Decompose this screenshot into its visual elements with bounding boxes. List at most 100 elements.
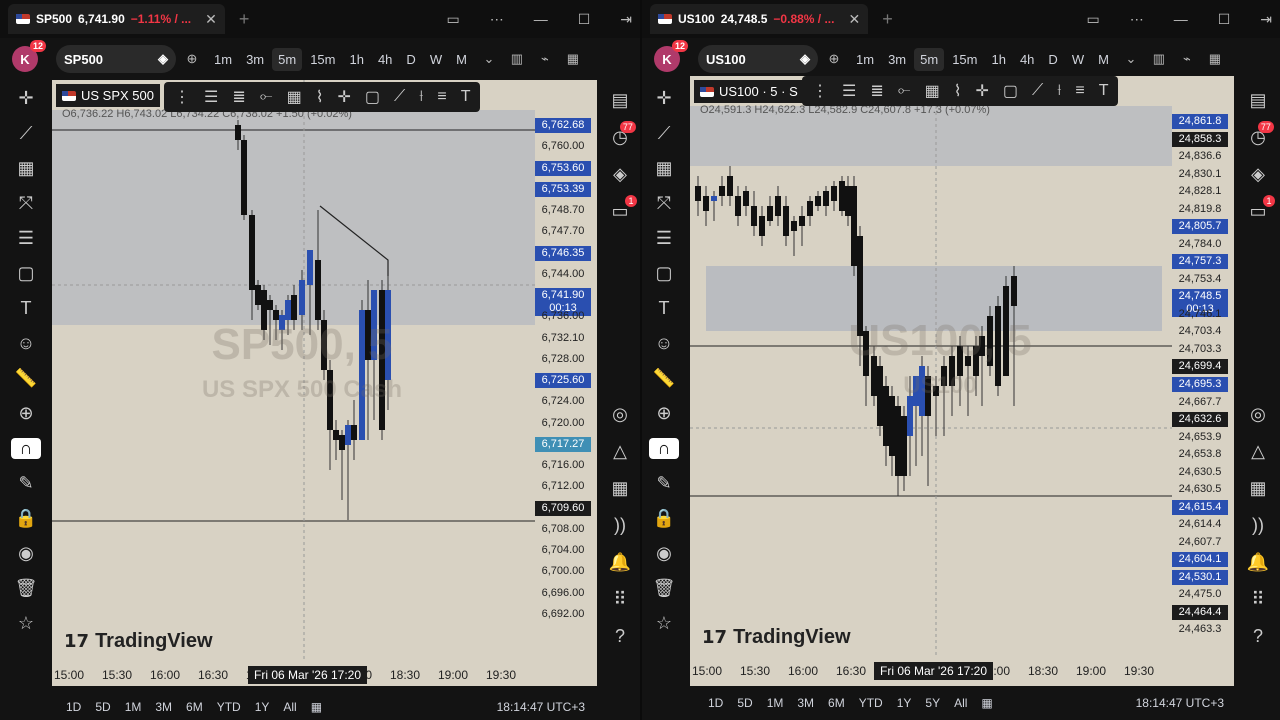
grid-tool-icon[interactable]: ▦ (655, 158, 672, 179)
timeframe-5m[interactable]: 5m (914, 47, 945, 71)
range-1D[interactable]: 1D (708, 696, 723, 710)
range-6M[interactable]: 6M (828, 696, 845, 710)
magnet-icon[interactable]: ∩ (11, 438, 41, 459)
magnet-icon[interactable]: ∩ (649, 438, 679, 459)
target-icon[interactable]: ◎ (1250, 404, 1266, 425)
new-tab-icon[interactable]: + (882, 9, 893, 30)
timeframe-M[interactable]: M (1092, 48, 1115, 71)
crosshair-icon[interactable]: ✛ (18, 88, 33, 109)
timeframe-5m[interactable]: 5m (272, 47, 303, 71)
time-axis[interactable]: 15:0015:3016:0016:3017:0017:3018:0018:30… (52, 664, 597, 686)
channel-icon[interactable]: ≣ (232, 87, 245, 107)
timeframe-4h[interactable]: 4h (1014, 48, 1040, 71)
channel-icon[interactable]: ≣ (870, 81, 883, 101)
stream-icon[interactable]: )) (614, 515, 626, 536)
fib-icon[interactable]: ☰ (18, 228, 34, 249)
rect-icon[interactable]: ▢ (1003, 81, 1018, 101)
watchlist-icon[interactable]: ◈ (800, 51, 810, 67)
lines-icon[interactable]: ☰ (842, 81, 856, 101)
trendline-icon[interactable]: ⟋ (658, 123, 671, 144)
pattern-icon[interactable]: ⤧ (19, 193, 33, 214)
timeframe-1h[interactable]: 1h (985, 48, 1011, 71)
clock[interactable]: 18:14:47 UTC+3 (497, 700, 585, 714)
grid-icon[interactable]: ▦ (925, 81, 940, 101)
layout-grid-icon[interactable]: ▦ (561, 51, 585, 67)
trash-icon[interactable]: 🗑 (15, 578, 38, 599)
maximize-icon[interactable]: ☐ (1218, 11, 1231, 28)
minimize-icon[interactable]: — (534, 11, 548, 27)
pattern-icon[interactable]: ⤧ (657, 193, 671, 214)
bell-icon[interactable]: 🔔 (1247, 552, 1269, 573)
range-5Y[interactable]: 5Y (925, 696, 940, 710)
timeframe-D[interactable]: D (1042, 48, 1063, 71)
vline-icon[interactable]: ⟊ (419, 88, 423, 106)
timeframe-W[interactable]: W (1066, 48, 1090, 71)
calendar-range-icon[interactable]: ▦ (311, 700, 322, 714)
text-t-icon[interactable]: T (461, 88, 471, 106)
calendar-icon[interactable]: ▦ (611, 478, 628, 499)
cross-icon[interactable]: ✛ (976, 81, 989, 101)
ray-icon[interactable]: ⟋ (394, 88, 405, 106)
ideas-icon[interactable]: △ (1251, 441, 1265, 462)
lock-icon[interactable]: 🔒 (653, 508, 675, 529)
shape-icon[interactable]: ▢ (655, 263, 672, 284)
grid-tool-icon[interactable]: ▦ (17, 158, 34, 179)
candles-icon[interactable]: ▥ (505, 51, 529, 67)
eye-icon[interactable]: ◉ (656, 543, 672, 564)
price-axis[interactable]: 6,762.68 6,760.00 6,753.60 6,753.39 6,748.70… (535, 80, 591, 640)
timeframe-M[interactable]: M (450, 48, 473, 71)
text-t-icon[interactable]: T (1099, 82, 1109, 100)
drag-handle-icon[interactable]: ⋮ (812, 81, 828, 101)
maximize-icon[interactable]: ☐ (578, 11, 591, 28)
calendar-range-icon[interactable]: ▦ (981, 696, 992, 710)
timeframe-1m[interactable]: 1m (208, 48, 238, 71)
tab-sp500[interactable]: SP500 6,741.90 −1.11% / ... ✕ (8, 4, 225, 34)
timeframe-4h[interactable]: 4h (372, 48, 398, 71)
emoji-icon[interactable]: ☺ (17, 333, 35, 354)
lines-icon[interactable]: ☰ (204, 87, 218, 107)
bell-icon[interactable]: 🔔 (609, 552, 631, 573)
help-icon[interactable]: ? (1253, 626, 1263, 647)
close-tab-icon[interactable]: ✕ (848, 11, 860, 28)
range-1Y[interactable]: 1Y (255, 700, 270, 714)
range-3M[interactable]: 3M (797, 696, 814, 710)
indicators-icon[interactable]: ⌁ (533, 51, 557, 67)
avatar[interactable]: K 12 (12, 40, 46, 72)
ruler-icon[interactable]: 📏 (15, 368, 37, 389)
exit-icon[interactable]: ⇥ (620, 11, 632, 28)
apps-icon[interactable]: ⠿ (1251, 589, 1264, 610)
range-5D[interactable]: 5D (737, 696, 752, 710)
wave-icon[interactable]: ⌇ (954, 81, 962, 101)
pencil-icon[interactable]: ✎ (656, 473, 671, 494)
layout-grid-icon[interactable]: ▦ (1203, 51, 1227, 67)
trash-icon[interactable]: 🗑 (653, 578, 676, 599)
add-symbol-icon[interactable]: ⊕ (180, 51, 204, 67)
price-axis[interactable]: 24,861.8 24,858.3 24,836.6 24,830.1 24,828.1… (1172, 76, 1228, 656)
clock[interactable]: 18:14:47 UTC+3 (1136, 696, 1224, 710)
range-1D[interactable]: 1D (66, 700, 81, 714)
timeframe-15m[interactable]: 15m (304, 48, 341, 71)
timeframe-15m[interactable]: 15m (946, 48, 983, 71)
candles-icon[interactable]: ▥ (1147, 51, 1171, 67)
range-All[interactable]: All (954, 696, 967, 710)
tab-us100[interactable]: US100 24,748.5 −0.88% / ... ✕ (650, 4, 869, 34)
watchlist-icon[interactable]: ◈ (158, 51, 168, 67)
symbol-search[interactable]: US100 ◈ (698, 45, 818, 73)
cross-icon[interactable]: ✛ (338, 87, 351, 107)
timeframe-D[interactable]: D (400, 48, 421, 71)
chart-symbol-title[interactable]: US SPX 500 (56, 84, 160, 107)
layers-icon[interactable]: ◈ (1251, 164, 1265, 185)
emoji-icon[interactable]: ☺ (655, 333, 673, 354)
range-1M[interactable]: 1M (125, 700, 142, 714)
range-5D[interactable]: 5D (95, 700, 110, 714)
more-icon[interactable]: ⋯ (1130, 11, 1144, 28)
rect-icon[interactable]: ▢ (365, 87, 380, 107)
hline-icon[interactable]: ⟜ (898, 82, 911, 100)
chat-icon[interactable]: ▭ 1 (611, 195, 637, 222)
watchlist-panel-icon[interactable]: ▤ (1249, 90, 1266, 111)
timeframe-3m[interactable]: 3m (240, 48, 270, 71)
wave-icon[interactable]: ⌇ (316, 87, 324, 107)
time-axis[interactable]: 15:0015:3016:0016:3017:0017:3018:0018:30… (690, 660, 1234, 682)
star-icon[interactable]: ☆ (656, 613, 672, 634)
watchlist-panel-icon[interactable]: ▤ (611, 90, 628, 111)
